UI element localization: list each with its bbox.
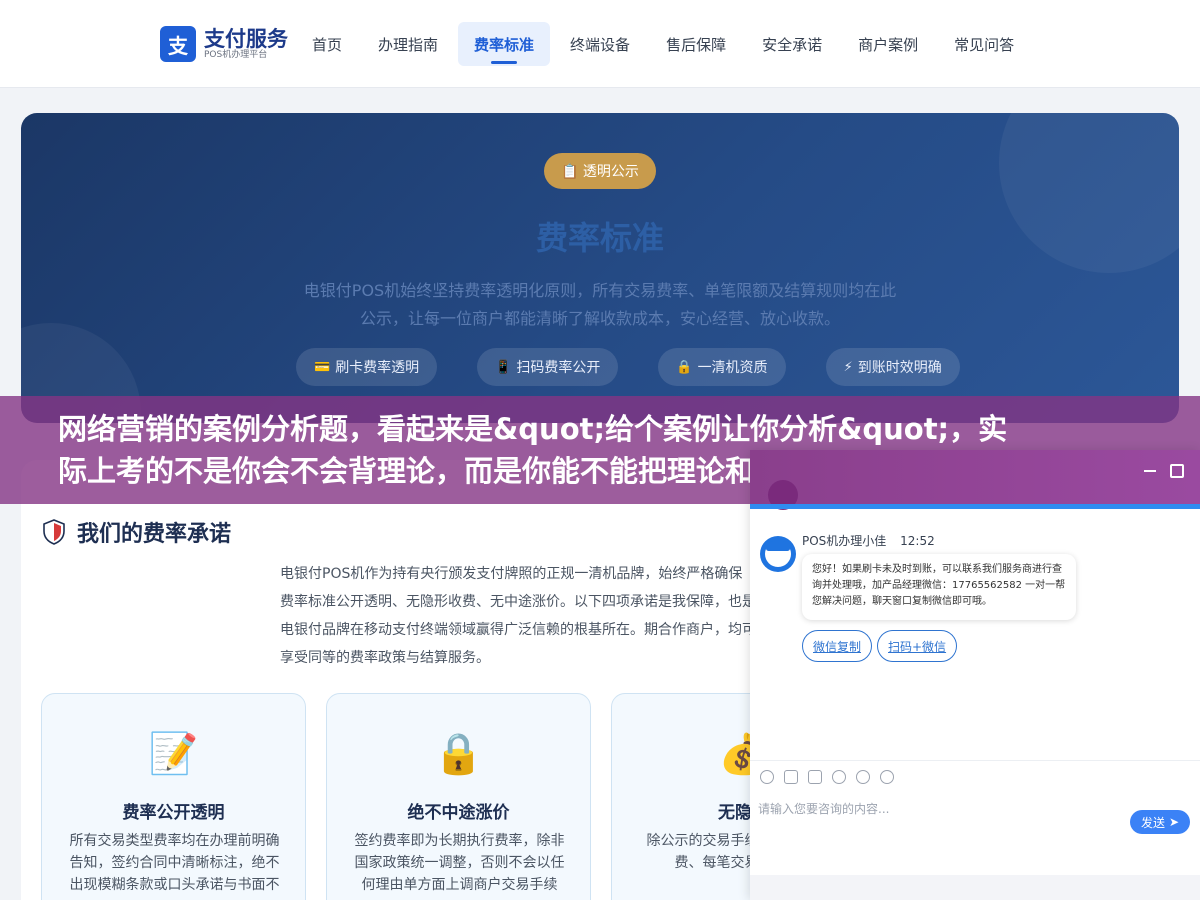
- card-text: 所有交易类型费率均在办理前明确告知，签约合同中清晰标注，绝不出现模糊条款或口头承…: [69, 833, 280, 893]
- nav-home[interactable]: 首页: [296, 22, 358, 66]
- card-title: 绝不中途涨价: [407, 803, 510, 823]
- phone-icon: 📱: [495, 359, 512, 375]
- tag-label: 刷卡费率透明: [335, 360, 420, 376]
- logo-subtitle: POS机办理平台: [204, 50, 268, 60]
- hero-description: 电银付POS机始终坚持费率透明化原则，所有交易费率、单笔限额及结算规则均在此公示…: [303, 281, 897, 328]
- card-title: 费率公开透明: [122, 803, 225, 823]
- send-label: 发送: [1140, 815, 1165, 830]
- chat-window: POS机办理小佳 12:52 您好！如果刷卡未及时到账，可以联系我们服务商进行查…: [750, 450, 1200, 900]
- logo-mark: 支: [160, 26, 196, 62]
- tag-settlement: ⚡ 到账时效明确: [825, 348, 960, 386]
- tag-label: 一清机资质: [697, 360, 768, 376]
- lock-icon: 🔒: [433, 731, 484, 777]
- chat-message-input[interactable]: [758, 798, 1118, 820]
- wechat-icon[interactable]: [880, 770, 894, 784]
- section-heading: 我们的费率承诺: [43, 516, 231, 548]
- nav-aftersales[interactable]: 售后保障: [650, 22, 742, 66]
- maximize-icon[interactable]: [1170, 464, 1184, 478]
- tag-card-rate: 💳 刷卡费率透明: [296, 348, 438, 386]
- logo-text: 支付服务 POS机办理平台: [204, 28, 288, 60]
- card-icon: 💳: [314, 359, 331, 375]
- promise-card: 🔒 绝不中途涨价 签约费率即为长期执行费率，除非国家政策统一调整，否则不会以任何…: [326, 693, 591, 900]
- nav-guide[interactable]: 办理指南: [362, 22, 454, 66]
- nav-faq[interactable]: 常见问答: [938, 22, 1030, 66]
- screenshot-icon[interactable]: [808, 770, 822, 784]
- message-time: 12:52: [900, 534, 935, 548]
- chat-divider: [750, 760, 1200, 761]
- chat-toolbar: [760, 770, 904, 784]
- agent-message: 您好！如果刷卡未及时到账，可以联系我们服务商进行查询并处理哦，加产品经理微信：1…: [802, 554, 1076, 620]
- transparency-badge: 📋 透明公示: [544, 153, 656, 189]
- minimize-icon[interactable]: [1144, 470, 1156, 472]
- agent-meta: POS机办理小佳 12:52: [802, 532, 945, 549]
- agent-avatar: [760, 536, 796, 572]
- main-nav: 首页 办理指南 费率标准 终端设备 售后保障 安全承诺 商户案例 常见问答: [296, 22, 1034, 66]
- logo-title: 支付服务: [204, 27, 288, 51]
- lightning-icon: ⚡: [843, 359, 853, 375]
- quick-reply-copy-wechat[interactable]: 微信复制: [802, 630, 873, 662]
- tag-license: 🔒 一清机资质: [658, 348, 786, 386]
- section-title: 我们的费率承诺: [77, 522, 232, 547]
- hero-banner: 📋 透明公示 费率标准 电银付POS机始终坚持费率透明化原则，所有交易费率、单笔…: [21, 113, 1179, 423]
- tag-label: 到账时效明确: [857, 360, 942, 376]
- chat-titlebar: [750, 450, 1200, 504]
- shield-icon: [43, 519, 65, 545]
- nav-security[interactable]: 安全承诺: [746, 22, 838, 66]
- promise-card: 📝 费率公开透明 所有交易类型费率均在办理前明确告知，签约合同中清晰标注，绝不出…: [41, 693, 306, 900]
- tag-scan-rate: 📱 扫码费率公开: [477, 348, 619, 386]
- chat-footer: [750, 875, 1200, 900]
- page-title: 费率标准: [535, 219, 664, 257]
- voice-icon[interactable]: [856, 770, 870, 784]
- agent-face-icon: [765, 541, 791, 567]
- chat-accent-bar: [750, 504, 1200, 509]
- section-description: 电银付POS机作为持有央行颁发支付牌照的正规一清机品牌，始终严格确保费率标准公开…: [280, 566, 756, 666]
- card-text: 签约费率即为长期执行费率，除非国家政策统一调整，否则不会以任何理由单方面上调商户…: [354, 833, 565, 893]
- nav-rates[interactable]: 费率标准: [458, 22, 551, 66]
- memo-icon: 📝: [148, 731, 199, 777]
- nav-cases[interactable]: 商户案例: [842, 22, 934, 66]
- send-button[interactable]: 发送 ➤: [1130, 810, 1190, 834]
- send-arrow-icon: ➤: [1168, 815, 1180, 829]
- banner-line: 网络营销的案例分析题，看起来是&quot;给个案例让你分析&quot;，实: [58, 412, 1008, 446]
- quick-reply-scan-wechat[interactable]: 扫码+微信: [877, 630, 958, 662]
- rating-icon[interactable]: [832, 770, 846, 784]
- hero-tags: 💳 刷卡费率透明 📱 扫码费率公开 🔒 一清机资质 ⚡ 到账时效明确: [296, 348, 1000, 386]
- nav-devices[interactable]: 终端设备: [554, 22, 646, 66]
- tag-label: 扫码费率公开: [516, 360, 601, 376]
- agent-name: POS机办理小佳: [802, 534, 887, 548]
- logo[interactable]: 支 支付服务 POS机办理平台: [160, 26, 288, 62]
- site-header: 支 支付服务 POS机办理平台 首页 办理指南 费率标准 终端设备 售后保障 安…: [0, 0, 1200, 88]
- emoji-icon[interactable]: [760, 770, 774, 784]
- lock-icon: 🔒: [676, 359, 693, 375]
- image-icon[interactable]: [784, 770, 798, 784]
